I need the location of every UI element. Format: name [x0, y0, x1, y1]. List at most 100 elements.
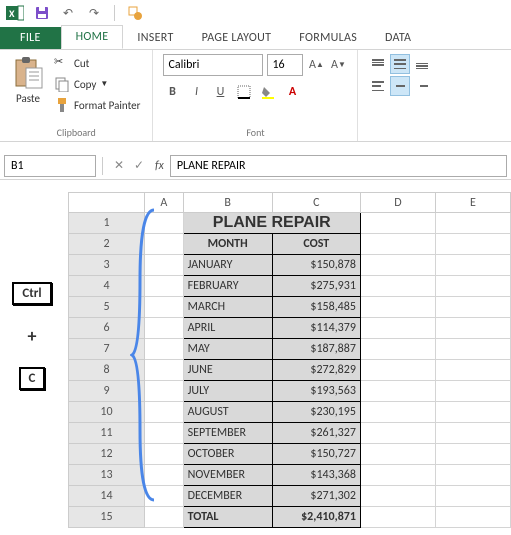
- increase-font-icon[interactable]: A▲: [307, 55, 325, 75]
- row-header[interactable]: 15: [69, 507, 145, 528]
- row-header[interactable]: 13: [69, 465, 145, 486]
- cell[interactable]: [360, 423, 435, 444]
- cell[interactable]: COST: [272, 234, 360, 255]
- cell[interactable]: [145, 213, 184, 234]
- font-color-button[interactable]: A: [283, 82, 301, 102]
- cell[interactable]: [435, 444, 510, 465]
- cell[interactable]: PLANE REPAIR: [183, 213, 360, 234]
- cell[interactable]: SEPTEMBER: [183, 423, 272, 444]
- cell[interactable]: MARCH: [183, 297, 272, 318]
- cell[interactable]: [360, 465, 435, 486]
- cell[interactable]: [360, 402, 435, 423]
- cell[interactable]: [435, 402, 510, 423]
- cell[interactable]: $261,327: [272, 423, 360, 444]
- cell[interactable]: $230,195: [272, 402, 360, 423]
- align-right-button[interactable]: [412, 76, 432, 96]
- cell[interactable]: AUGUST: [183, 402, 272, 423]
- row-header[interactable]: 14: [69, 486, 145, 507]
- cell[interactable]: [145, 297, 184, 318]
- cell[interactable]: [360, 360, 435, 381]
- enter-formula-icon[interactable]: ✓: [129, 158, 149, 173]
- tab-home[interactable]: HOME: [61, 25, 124, 49]
- decrease-font-icon[interactable]: A▼: [329, 55, 347, 75]
- cell[interactable]: [360, 381, 435, 402]
- cell[interactable]: [435, 255, 510, 276]
- select-all-corner[interactable]: [69, 193, 145, 213]
- cell[interactable]: [360, 507, 435, 528]
- row-header[interactable]: 12: [69, 444, 145, 465]
- cell[interactable]: $114,379: [272, 318, 360, 339]
- row-header[interactable]: 11: [69, 423, 145, 444]
- cell[interactable]: [145, 339, 184, 360]
- cell[interactable]: [360, 486, 435, 507]
- cell[interactable]: JULY: [183, 381, 272, 402]
- cell[interactable]: [145, 507, 184, 528]
- cell[interactable]: $275,931: [272, 276, 360, 297]
- cell[interactable]: [145, 276, 184, 297]
- cell[interactable]: $187,887: [272, 339, 360, 360]
- row-header[interactable]: 5: [69, 297, 145, 318]
- align-bottom-button[interactable]: [412, 54, 432, 74]
- cell[interactable]: $158,485: [272, 297, 360, 318]
- cell[interactable]: [435, 486, 510, 507]
- row-header[interactable]: 3: [69, 255, 145, 276]
- col-header[interactable]: E: [435, 193, 510, 213]
- col-header[interactable]: C: [272, 193, 360, 213]
- cell[interactable]: [360, 234, 435, 255]
- cell[interactable]: MAY: [183, 339, 272, 360]
- customize-qat-icon[interactable]: [127, 5, 143, 21]
- tab-formulas[interactable]: FORMULAS: [285, 27, 371, 49]
- cell[interactable]: [145, 234, 184, 255]
- bold-button[interactable]: B: [163, 82, 181, 102]
- cell[interactable]: [145, 444, 184, 465]
- cell[interactable]: [435, 360, 510, 381]
- cell[interactable]: [145, 318, 184, 339]
- font-name-input[interactable]: [163, 54, 263, 76]
- cell[interactable]: MONTH: [183, 234, 272, 255]
- tab-file[interactable]: FILE: [0, 27, 61, 49]
- cell[interactable]: $2,410,871: [272, 507, 360, 528]
- row-header[interactable]: 7: [69, 339, 145, 360]
- cell[interactable]: [145, 465, 184, 486]
- italic-button[interactable]: I: [187, 82, 205, 102]
- cell[interactable]: [435, 423, 510, 444]
- cell[interactable]: APRIL: [183, 318, 272, 339]
- align-left-button[interactable]: [368, 76, 388, 96]
- cell[interactable]: [435, 318, 510, 339]
- cell[interactable]: [360, 444, 435, 465]
- cancel-formula-icon[interactable]: ✕: [109, 158, 129, 173]
- col-header[interactable]: D: [360, 193, 435, 213]
- border-button[interactable]: [235, 82, 253, 102]
- col-header[interactable]: A: [145, 193, 184, 213]
- spreadsheet-grid[interactable]: A B C D E 1PLANE REPAIR2MONTHCOST3JANUAR…: [68, 192, 511, 528]
- cell[interactable]: [145, 486, 184, 507]
- align-center-button[interactable]: [390, 76, 410, 96]
- formula-input[interactable]: [170, 155, 507, 177]
- cell[interactable]: $272,829: [272, 360, 360, 381]
- cell[interactable]: DECEMBER: [183, 486, 272, 507]
- cell[interactable]: [360, 318, 435, 339]
- underline-button[interactable]: U: [211, 82, 229, 102]
- row-header[interactable]: 10: [69, 402, 145, 423]
- cell[interactable]: [435, 276, 510, 297]
- cell[interactable]: $150,727: [272, 444, 360, 465]
- cell[interactable]: JANUARY: [183, 255, 272, 276]
- tab-insert[interactable]: INSERT: [123, 27, 187, 49]
- cell[interactable]: FEBRUARY: [183, 276, 272, 297]
- cell[interactable]: $193,563: [272, 381, 360, 402]
- row-header[interactable]: 8: [69, 360, 145, 381]
- font-size-input[interactable]: [267, 54, 303, 76]
- fill-color-button[interactable]: [259, 82, 277, 102]
- cell[interactable]: [435, 339, 510, 360]
- cell[interactable]: [435, 213, 510, 234]
- name-box[interactable]: [4, 155, 96, 177]
- cell[interactable]: [145, 381, 184, 402]
- cell[interactable]: $143,368: [272, 465, 360, 486]
- cell[interactable]: $150,878: [272, 255, 360, 276]
- cell[interactable]: OCTOBER: [183, 444, 272, 465]
- cell[interactable]: [435, 297, 510, 318]
- row-header[interactable]: 1: [69, 213, 145, 234]
- paste-button[interactable]: Paste: [10, 54, 46, 107]
- cell[interactable]: [435, 507, 510, 528]
- row-header[interactable]: 4: [69, 276, 145, 297]
